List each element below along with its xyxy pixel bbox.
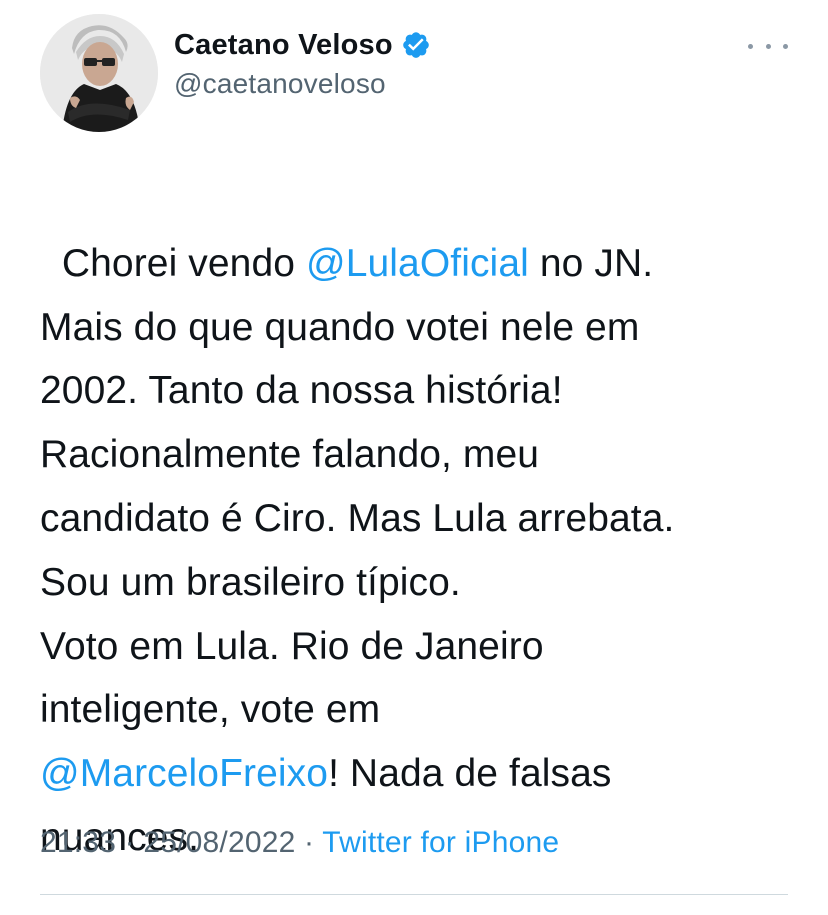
tweet-source-link[interactable]: Twitter for iPhone [322, 826, 559, 859]
tweet-text-segment: no JN. Mais do que quando votei nele em … [40, 241, 675, 732]
more-dot [748, 43, 753, 49]
mention-link[interactable]: @LulaOficial [306, 242, 529, 285]
author-info: Caetano Veloso @caetanoveloso [174, 26, 431, 100]
divider [40, 894, 788, 895]
tweet-text: Chorei vendo @LulaOficial no JN. Mais do… [40, 168, 800, 870]
tweet-text-segment: Chorei vendo [61, 241, 306, 285]
avatar[interactable] [40, 14, 158, 132]
tweet-time[interactable]: 21:33 [40, 826, 116, 859]
tweet-meta: 21:33 · 25/08/2022 · Twitter for iPhone [40, 826, 559, 860]
display-name-row: Caetano Veloso [174, 26, 431, 64]
meta-separator: · [295, 826, 323, 859]
author-handle[interactable]: @caetanoveloso [174, 68, 431, 100]
more-dot [783, 43, 788, 49]
more-dot [765, 43, 771, 49]
tweet-header: Caetano Veloso @caetanoveloso [40, 14, 788, 132]
mention-link[interactable]: @MarceloFreixo [40, 752, 328, 795]
meta-separator: · [116, 826, 144, 859]
verified-badge-icon [401, 30, 431, 60]
display-name[interactable]: Caetano Veloso [174, 29, 393, 62]
more-options-icon[interactable] [748, 36, 788, 56]
tweet-date[interactable]: 25/08/2022 [143, 826, 295, 859]
